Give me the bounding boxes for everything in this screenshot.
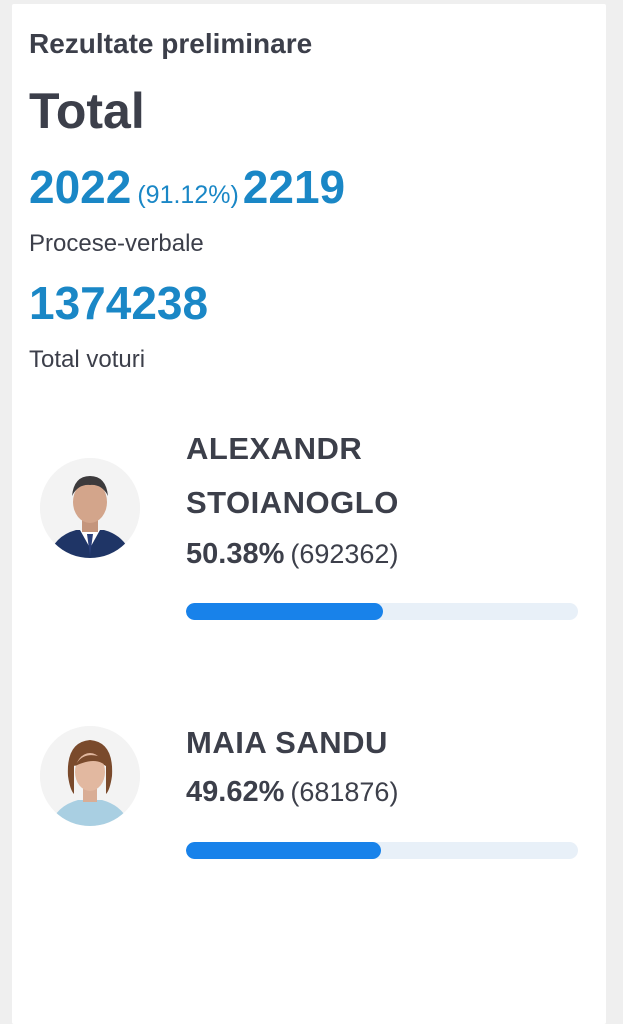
candidate-name-line2: STOIANOGLO	[186, 485, 399, 520]
candidate-avatar	[40, 458, 140, 558]
candidate-votes: (692362)	[290, 539, 399, 569]
candidate-progress-bar	[186, 603, 578, 620]
candidate-portrait-male	[40, 458, 140, 558]
candidate-result: 49.62% (681876)	[186, 776, 398, 809]
candidate-progress-bar	[186, 842, 578, 859]
candidate-result: 50.38% (692362)	[186, 538, 398, 571]
candidate-name-line1: ALEXANDR	[186, 431, 363, 466]
section-heading: Rezultate preliminare	[29, 28, 313, 59]
candidate-percent: 49.62%	[186, 776, 285, 808]
candidate-progress-fill	[186, 603, 384, 620]
protocols-processed: 2022	[29, 161, 132, 213]
results-card: Rezultate preliminare Total 2022 (91.12%)…	[12, 4, 606, 1024]
candidate-progress-fill	[186, 842, 381, 859]
total-votes-value: 1374238	[29, 277, 209, 329]
candidate-votes: (681876)	[290, 777, 399, 807]
protocols-percent: (91.12%)	[137, 181, 239, 209]
total-votes-label: Total voturi	[29, 346, 146, 373]
page-title: Total	[29, 83, 145, 139]
protocols-label: Procese-verbale	[29, 230, 204, 257]
candidate-portrait-female	[40, 726, 140, 826]
candidate-percent: 50.38%	[186, 538, 285, 570]
protocols-total: 2219	[242, 161, 346, 213]
candidate-name: MAIA SANDU	[186, 725, 388, 760]
candidate-avatar	[40, 726, 140, 826]
total-votes: 1374238	[29, 276, 208, 330]
protocols-count: 2022 (91.12%)2219	[29, 160, 345, 214]
